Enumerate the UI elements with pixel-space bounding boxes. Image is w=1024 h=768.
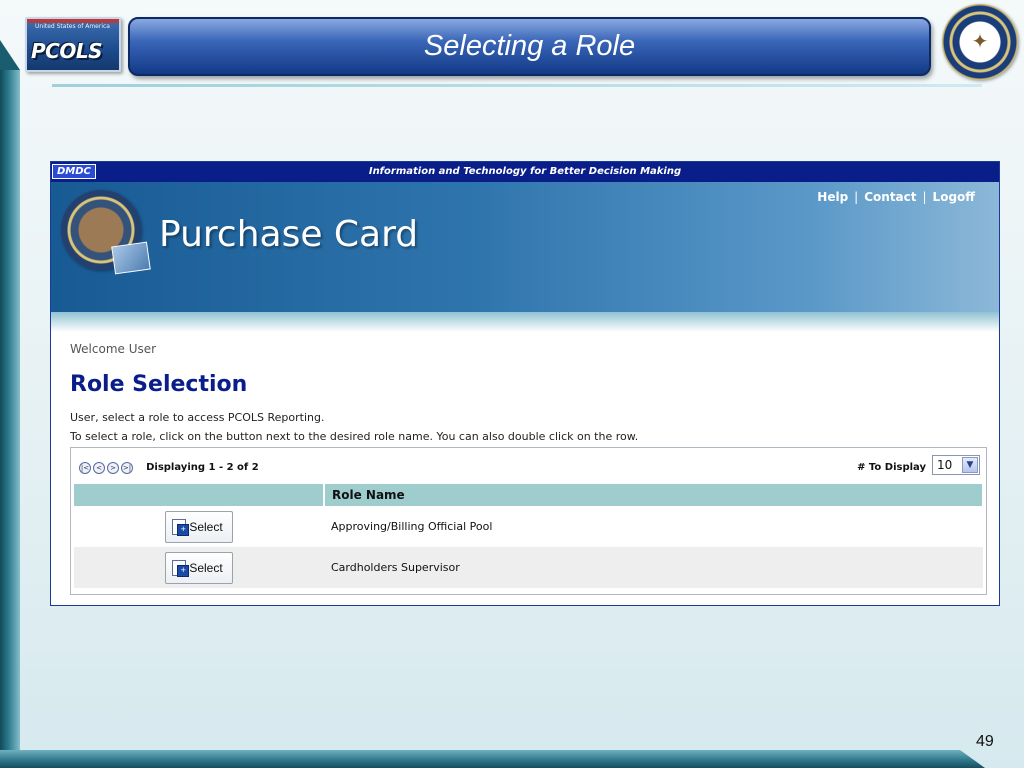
header-links: Help | Contact | Logoff	[817, 190, 975, 204]
to-display-label: # To Display	[857, 462, 926, 473]
select-role-button[interactable]: Select	[165, 551, 233, 584]
product-title: Purchase Card	[159, 214, 419, 255]
eagle-icon: ✦	[971, 29, 989, 53]
table-header-row: Role Name	[74, 484, 984, 506]
select-cell: Select	[74, 506, 324, 547]
app-tagline: Information and Technology for Better De…	[368, 166, 682, 177]
link-separator: |	[922, 190, 927, 204]
last-page-icon[interactable]: >|	[121, 461, 133, 474]
purchase-card-icon	[111, 241, 151, 275]
page-size-select[interactable]: 10 ▼	[932, 455, 980, 475]
link-separator: |	[854, 190, 859, 204]
dod-seal-icon: ✦	[942, 4, 1018, 80]
logo-text: PCOLS	[31, 39, 103, 63]
select-document-icon	[172, 518, 190, 536]
select-button-label: Select	[189, 519, 223, 534]
first-page-icon[interactable]: |<	[79, 461, 91, 474]
pcols-logo: United States of America PCOLS	[25, 17, 121, 72]
role-grid: |< < > >| Displaying 1 - 2 of 2 # To Displa…	[70, 447, 987, 595]
role-name-cell[interactable]: Cardholders Supervisor	[324, 547, 983, 588]
purchase-card-app-window: DMDC Information and Technology for Bett…	[50, 161, 1000, 606]
previous-page-icon[interactable]: <	[93, 461, 105, 474]
welcome-text: Welcome User	[70, 342, 157, 356]
app-top-bar: DMDC Information and Technology for Bett…	[51, 162, 999, 182]
select-column-header	[74, 484, 325, 506]
slide-frame-left-bar	[0, 70, 20, 768]
next-page-icon[interactable]: >	[107, 461, 119, 474]
help-link[interactable]: Help	[817, 190, 848, 204]
app-banner: Purchase Card Help | Contact | Logoff	[51, 182, 999, 312]
slide-title-bar: Selecting a Role	[128, 17, 931, 76]
pager: |< < > >| Displaying 1 - 2 of 2	[79, 457, 259, 474]
pager-status: Displaying 1 - 2 of 2	[146, 462, 259, 473]
select-cell: Select	[74, 547, 324, 588]
title-divider	[52, 84, 982, 87]
table-row[interactable]: Select Approving/Billing Official Pool	[74, 506, 983, 547]
page-title: Role Selection	[70, 372, 248, 397]
chevron-down-icon[interactable]: ▼	[962, 457, 978, 473]
contact-link[interactable]: Contact	[864, 190, 916, 204]
select-button-label: Select	[189, 560, 223, 575]
slide-title: Selecting a Role	[423, 30, 636, 62]
select-document-icon	[172, 559, 190, 577]
slide-frame-bottom-bar	[0, 750, 985, 768]
slide-frame-notch	[0, 40, 20, 70]
instruction-text-1: User, select a role to access PCOLS Repo…	[70, 411, 325, 424]
role-table: Role Name Select Approving/Billing Offic…	[74, 484, 984, 588]
role-name-column-header: Role Name	[324, 484, 984, 506]
logo-small-text: United States of America	[35, 23, 110, 30]
banner-fade	[51, 312, 999, 332]
logoff-link[interactable]: Logoff	[933, 190, 975, 204]
table-row[interactable]: Select Cardholders Supervisor	[74, 547, 983, 588]
instruction-text-2: To select a role, click on the button ne…	[70, 430, 639, 443]
select-role-button[interactable]: Select	[165, 510, 233, 543]
role-name-cell[interactable]: Approving/Billing Official Pool	[324, 506, 983, 547]
slide-page-number: 49	[976, 733, 994, 750]
page-size-value: 10	[937, 458, 953, 472]
